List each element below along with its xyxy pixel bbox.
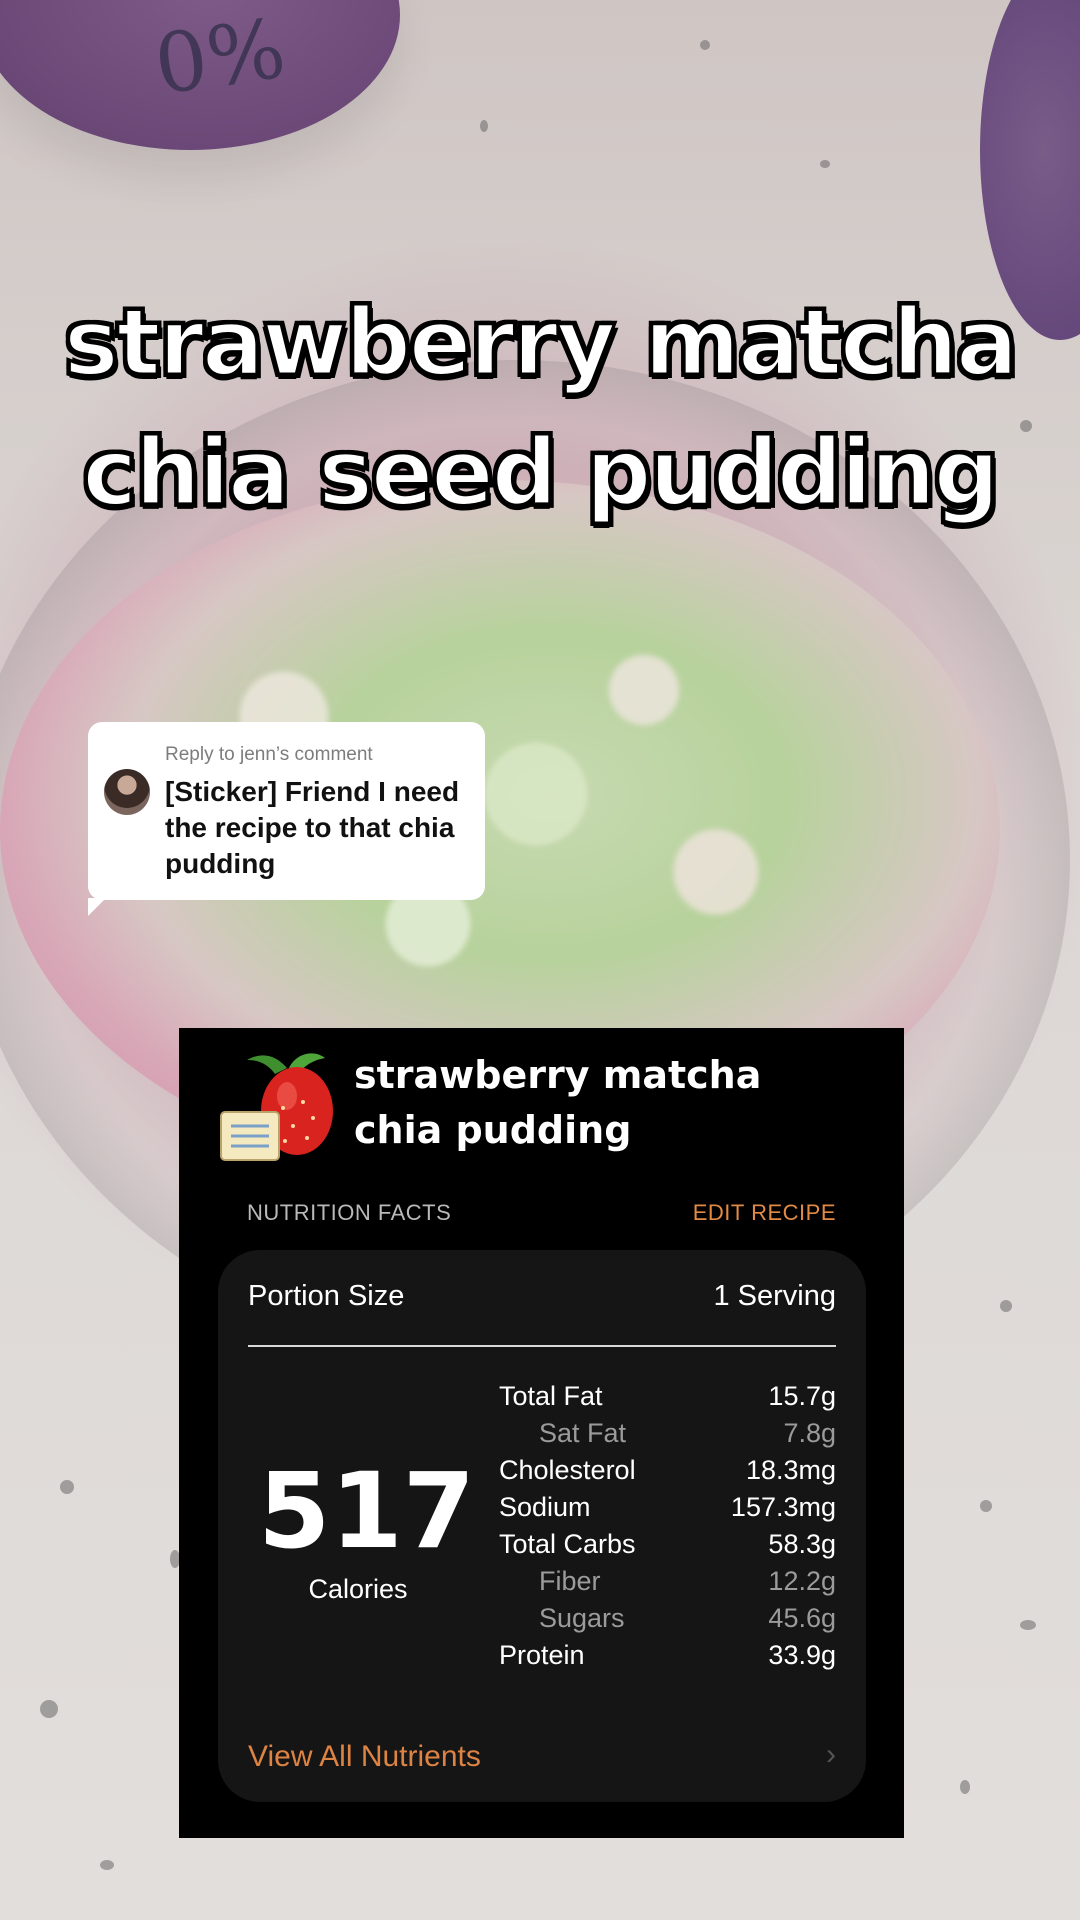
nutrient-list: Total Fat 15.7g Sat Fat 7.8g Cholesterol… [499, 1378, 836, 1674]
recipe-title: strawberry matcha chia pudding [354, 1048, 761, 1158]
nutrient-value: 7.8g [783, 1418, 836, 1448]
chevron-right-icon[interactable]: › [826, 1738, 836, 1772]
edit-recipe-button[interactable]: EDIT RECIPE [693, 1200, 836, 1226]
portion-size-label: Portion Size [248, 1280, 405, 1312]
calories-value: 517 [258, 1450, 476, 1572]
nutrient-name: Total Carbs [499, 1529, 636, 1559]
title-line-1: strawberry matcha [62, 288, 1019, 398]
nutrition-panel: Portion Size 1 Serving 517 Calories Tota… [218, 1250, 866, 1802]
reply-comment-sticker[interactable]: Reply to jenn’s comment [Sticker] Friend… [88, 722, 485, 916]
strawberry-recipe-icon [220, 1053, 333, 1161]
nutrient-row: Sodium 157.3mg [499, 1489, 836, 1526]
video-title-overlay: strawberry matcha chia seed pudding [0, 278, 1080, 538]
nutrient-name: Sat Fat [539, 1418, 627, 1448]
nutrient-row: Cholesterol 18.3mg [499, 1452, 836, 1489]
nutrient-name: Fiber [539, 1566, 601, 1596]
title-line-2: chia seed pudding [81, 418, 1001, 528]
portion-size-value[interactable]: 1 Serving [713, 1280, 836, 1313]
reply-header: Reply to jenn’s comment [165, 744, 373, 765]
view-all-nutrients-link[interactable]: View All Nutrients [248, 1740, 481, 1774]
nutrition-facts-label: NUTRITION FACTS [247, 1200, 452, 1225]
reply-text: [Sticker] Friend I need the recipe to th… [165, 776, 460, 879]
nutrient-value: 45.6g [768, 1603, 836, 1633]
nutrient-name: Sugars [539, 1603, 625, 1633]
nutrient-row: Fiber 12.2g [499, 1563, 836, 1600]
yogurt-cup: 0% [0, 0, 400, 150]
nutrient-value: 58.3g [768, 1529, 836, 1559]
nutrient-name: Cholesterol [499, 1455, 636, 1485]
nutrient-name: Total Fat [499, 1381, 603, 1411]
nutrient-row: Total Carbs 58.3g [499, 1526, 836, 1563]
nutrient-name: Sodium [499, 1492, 591, 1522]
nutrient-row: Sat Fat 7.8g [499, 1415, 836, 1452]
nutrient-value: 157.3mg [730, 1492, 836, 1522]
nutrient-value: 15.7g [768, 1381, 836, 1411]
nutrient-row: Protein 33.9g [499, 1637, 836, 1674]
nutrient-value: 18.3mg [745, 1455, 836, 1485]
nutrient-row: Total Fat 15.7g [499, 1378, 836, 1415]
recipe-title-line-1: strawberry matcha [354, 1053, 762, 1097]
nutrient-value: 33.9g [768, 1640, 836, 1670]
avatar [104, 769, 150, 815]
nutrition-card: strawberry matcha chia pudding NUTRITION… [179, 1028, 904, 1838]
divider [248, 1345, 836, 1347]
nutrient-value: 12.2g [768, 1566, 836, 1596]
nutrient-row: Sugars 45.6g [499, 1600, 836, 1637]
nutrient-name: Protein [499, 1640, 585, 1670]
cup-label: 0% [149, 1, 292, 114]
recipe-title-line-2: chia pudding [354, 1108, 632, 1152]
calories-label: Calories [308, 1574, 408, 1604]
